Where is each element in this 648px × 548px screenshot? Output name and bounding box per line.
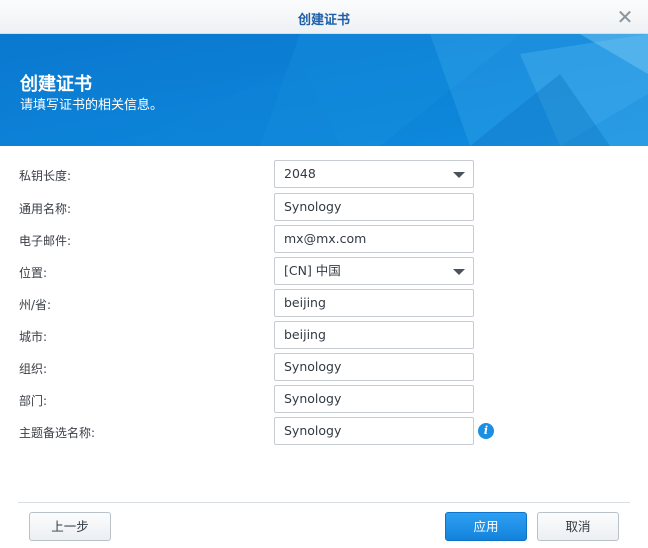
row-city: 城市: beijing [0,321,648,349]
close-icon[interactable]: ✕ [616,7,634,27]
city-input[interactable]: beijing [274,321,474,349]
organization-input[interactable]: Synology [274,353,474,381]
key-length-select[interactable]: 2048 [274,160,474,188]
chevron-down-icon [453,172,465,178]
info-icon[interactable]: i [478,423,494,439]
email-value: mx@mx.com [284,231,367,246]
row-state: 州/省: beijing [0,289,648,317]
row-subject-alt-name: 主题备选名称: Synology i [0,417,648,445]
footer-divider [18,502,630,503]
row-department: 部门: Synology [0,385,648,413]
location-label: 位置: [19,266,48,280]
chevron-down-icon [453,269,465,275]
location-select[interactable]: [CN] 中国 [274,257,474,285]
banner-subtitle: 请填写证书的相关信息。 [20,98,164,113]
row-organization: 组织: Synology [0,353,648,381]
department-input[interactable]: Synology [274,385,474,413]
row-location: 位置: [CN] 中国 [0,257,648,285]
email-label: 电子邮件: [19,234,72,248]
common-name-value: Synology [284,199,342,214]
window-titlebar: 创建证书 ✕ [0,0,648,34]
header-banner: 创建证书 请填写证书的相关信息。 [0,34,648,146]
back-button[interactable]: 上一步 [29,512,111,541]
row-key-length: 私钥长度: 2048 [0,160,648,188]
city-label: 城市: [19,330,48,344]
banner-title: 创建证书 [20,74,92,95]
banner-background [0,34,648,146]
apply-button[interactable]: 应用 [445,512,527,541]
state-value: beijing [284,295,326,310]
cancel-button[interactable]: 取消 [537,512,619,541]
key-length-value: 2048 [284,166,316,181]
window-title: 创建证书 [297,13,350,28]
common-name-input[interactable]: Synology [274,193,474,221]
subject-alt-name-value: Synology [284,423,342,438]
email-field[interactable]: mx@mx.com [274,225,474,253]
department-label: 部门: [19,394,48,408]
location-value: [CN] 中国 [284,263,341,278]
key-length-label: 私钥长度: [19,169,72,183]
row-common-name: 通用名称: Synology [0,193,648,221]
state-input[interactable]: beijing [274,289,474,317]
city-value: beijing [284,327,326,342]
common-name-label: 通用名称: [19,202,72,216]
organization-value: Synology [284,359,342,374]
department-value: Synology [284,391,342,406]
state-label: 州/省: [19,298,52,312]
row-email: 电子邮件: mx@mx.com [0,225,648,253]
organization-label: 组织: [19,362,48,376]
subject-alt-name-label: 主题备选名称: [19,426,96,440]
subject-alt-name-input[interactable]: Synology [274,417,474,445]
